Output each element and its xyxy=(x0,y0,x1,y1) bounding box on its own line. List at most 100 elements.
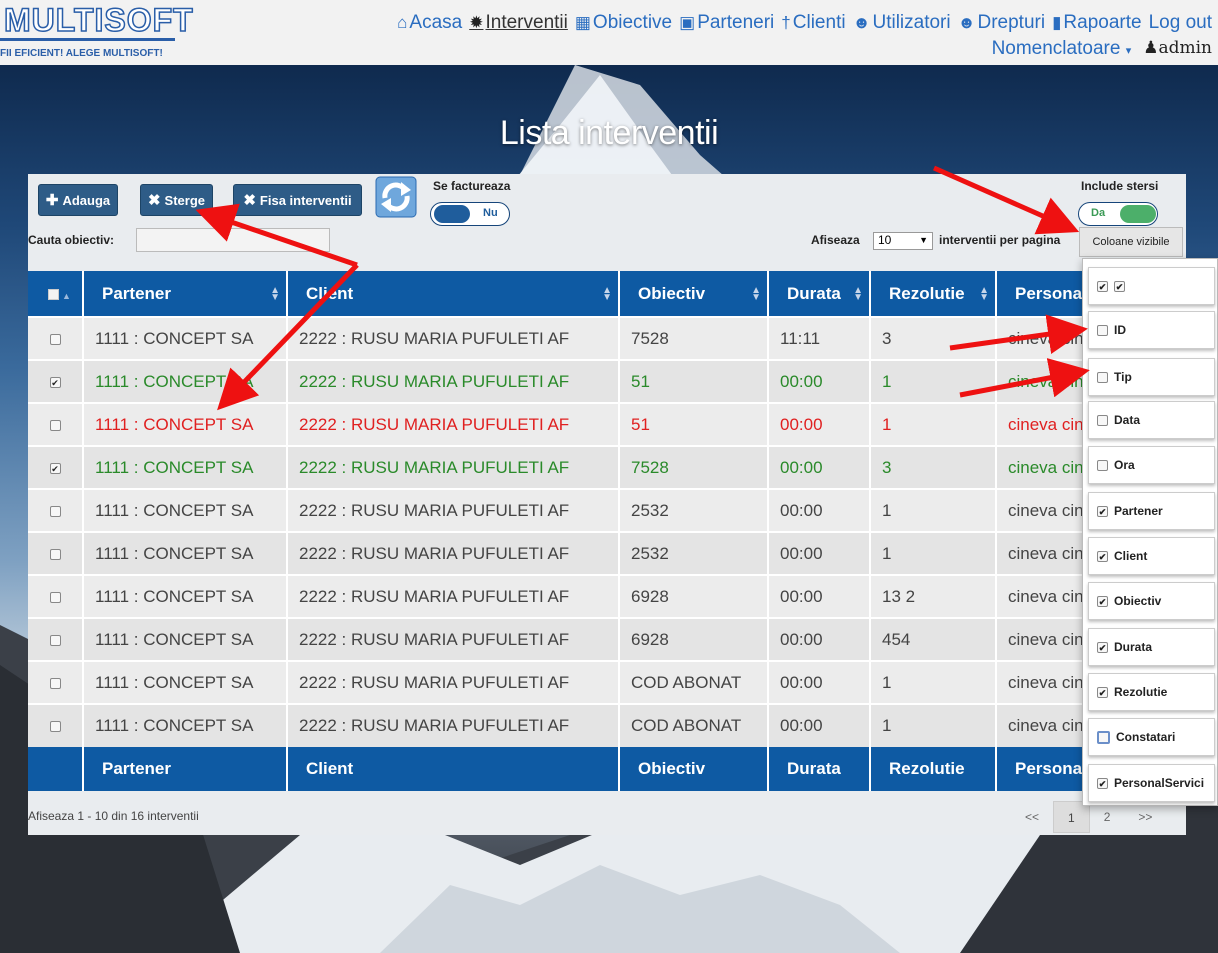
cell-partener: 1111 : CONCEPT SA xyxy=(83,316,288,360)
nav-item-acasa[interactable]: ⌂ Acasa xyxy=(397,12,462,34)
include-stersi-toggle[interactable]: Da xyxy=(1078,202,1158,226)
table-row[interactable]: ✔ 1111 : CONCEPT SA 2222 : RUSU MARIA PUFU… xyxy=(28,445,1187,489)
table-row[interactable]: 1111 : CONCEPT SA 2222 : RUSU MARIA PUFUL… xyxy=(28,617,1187,661)
logout-link[interactable]: Log out xyxy=(1149,12,1212,34)
column-checkbox[interactable]: ✔ xyxy=(1097,550,1108,562)
nav-item-clienti[interactable]: † Clienti xyxy=(781,12,845,34)
row-checkbox[interactable]: ✔ xyxy=(49,462,61,474)
table-row[interactable]: 1111 : CONCEPT SA 2222 : RUSU MARIA PUFUL… xyxy=(28,660,1187,704)
table-row[interactable]: 1111 : CONCEPT SA 2222 : RUSU MARIA PUFUL… xyxy=(28,402,1187,446)
row-checkbox[interactable] xyxy=(49,333,61,345)
columns-visible-button[interactable]: Coloane vizibile xyxy=(1079,227,1183,257)
column-toggle-item[interactable]: Constatari xyxy=(1088,718,1215,756)
sort-icon: ▲ ▼ xyxy=(979,285,989,303)
column-header-obiectiv[interactable]: Obiectiv ▲ ▼ xyxy=(619,271,769,317)
select-all-checkbox[interactable] xyxy=(48,288,59,300)
se-factureaza-toggle[interactable]: Nu xyxy=(430,202,510,226)
cell-rezolutie: 3 xyxy=(870,316,997,360)
column-checkbox[interactable] xyxy=(1097,459,1108,471)
se-factureaza-label: Se factureaza xyxy=(433,179,511,193)
nomenclatoare-dropdown[interactable]: Nomenclatoare ▾ xyxy=(992,38,1132,60)
column-checkbox[interactable] xyxy=(1097,324,1108,336)
column-toggle-label: Ora xyxy=(1114,458,1135,472)
column-toggle-item[interactable]: ✔ PersonalServici xyxy=(1088,764,1215,802)
table-row[interactable]: ✔ 1111 : CONCEPT SA 2222 : RUSU MARIA PUFU… xyxy=(28,359,1187,403)
logo-text: MULTISOFT xyxy=(3,1,194,39)
table-info: Afiseaza 1 - 10 din 16 interventii xyxy=(28,809,199,823)
row-select-cell xyxy=(28,402,84,446)
search-label: Cauta obiectiv: xyxy=(28,233,115,247)
row-select-cell xyxy=(28,531,84,575)
fisa-interventii-button[interactable]: ✖ Fisa interventii xyxy=(233,184,362,216)
top-navbar: MULTISOFT FII EFICIENT! ALEGE MULTISOFT!… xyxy=(0,0,1218,65)
column-checkbox[interactable]: ✔ xyxy=(1097,280,1108,292)
column-checkbox[interactable]: ✔ xyxy=(1097,505,1108,517)
column-toggle-item[interactable]: ✔ Durata xyxy=(1088,628,1215,666)
column-header-rezolutie[interactable]: Rezolutie ▲ ▼ xyxy=(870,271,997,317)
column-toggle-item[interactable]: ✔ Partener xyxy=(1088,492,1215,530)
nav-item-interventii[interactable]: ✹ Interventii xyxy=(469,12,568,34)
column-checkbox[interactable]: ✔ xyxy=(1097,777,1108,789)
logo-underline xyxy=(0,38,175,41)
column-toggle-item[interactable]: ✔ Client xyxy=(1088,537,1215,575)
column-toggle-label: Durata xyxy=(1114,640,1153,654)
refresh-icon[interactable] xyxy=(375,176,417,218)
column-checkbox[interactable] xyxy=(1097,414,1108,426)
nav-item-drepturi[interactable]: ☻ Drepturi xyxy=(958,12,1045,34)
column-header-durata[interactable]: Durata ▲ ▼ xyxy=(768,271,871,317)
nav-item-parteneri[interactable]: ▣ Parteneri xyxy=(679,12,774,34)
nav-item-utilizatori[interactable]: ☻ Utilizatori xyxy=(853,12,951,34)
logo[interactable]: MULTISOFT FII EFICIENT! ALEGE MULTISOFT! xyxy=(0,0,193,64)
cell-durata: 00:00 xyxy=(768,617,871,661)
column-toggle-item[interactable]: ✔ ✔ xyxy=(1088,267,1215,305)
select-all-header[interactable]: ▲ xyxy=(28,271,84,317)
column-toggle-item[interactable]: Ora xyxy=(1088,446,1215,484)
column-toggle-item[interactable]: ✔ Obiectiv xyxy=(1088,582,1215,620)
row-checkbox[interactable] xyxy=(49,419,61,431)
column-checkbox[interactable]: ✔ xyxy=(1097,686,1108,698)
row-checkbox[interactable] xyxy=(49,591,61,603)
cell-obiectiv: 51 xyxy=(619,402,769,446)
cell-client: 2222 : RUSU MARIA PUFULETI AF xyxy=(287,445,620,489)
book-icon: ▮ xyxy=(1052,13,1062,32)
cell-durata: 00:00 xyxy=(768,445,871,489)
row-checkbox[interactable] xyxy=(49,634,61,646)
row-checkbox[interactable] xyxy=(49,677,61,689)
row-checkbox[interactable] xyxy=(49,505,61,517)
row-checkbox[interactable]: ✔ xyxy=(49,376,61,388)
column-checkbox[interactable] xyxy=(1097,371,1108,383)
cell-rezolutie: 454 xyxy=(870,617,997,661)
table-row[interactable]: 1111 : CONCEPT SA 2222 : RUSU MARIA PUFUL… xyxy=(28,703,1187,747)
column-toggle-item[interactable]: Tip xyxy=(1088,358,1215,396)
search-input[interactable] xyxy=(136,228,330,252)
table-row[interactable]: 1111 : CONCEPT SA 2222 : RUSU MARIA PUFUL… xyxy=(28,316,1187,360)
row-select-cell: ✔ xyxy=(28,359,84,403)
column-toggle-item[interactable]: Data xyxy=(1088,401,1215,439)
cell-client: 2222 : RUSU MARIA PUFULETI AF xyxy=(287,703,620,747)
column-header-partener[interactable]: Partener ▲ ▼ xyxy=(83,271,288,317)
column-checkbox[interactable]: ✔ xyxy=(1097,595,1108,607)
table-row[interactable]: 1111 : CONCEPT SA 2222 : RUSU MARIA PUFUL… xyxy=(28,574,1187,618)
column-toggle-item[interactable]: ID xyxy=(1088,311,1215,349)
add-button[interactable]: ✚ Adauga xyxy=(38,184,118,216)
row-checkbox[interactable] xyxy=(49,548,61,560)
perpage-select[interactable]: 10 ▼ xyxy=(873,232,933,250)
column-checkbox[interactable]: ✔ xyxy=(1097,641,1108,653)
nav-item-obiective[interactable]: ▦ Obiective xyxy=(575,12,672,34)
table-row[interactable]: 1111 : CONCEPT SA 2222 : RUSU MARIA PUFUL… xyxy=(28,488,1187,532)
row-checkbox[interactable] xyxy=(49,721,61,733)
caret-down-icon: ▾ xyxy=(1125,45,1132,57)
table-header: ▲ Partener ▲ ▼ Client ▲ ▼ Obiectiv ▲ ▼ Durata ▲… xyxy=(28,271,1187,317)
column-header-client[interactable]: Client ▲ ▼ xyxy=(287,271,620,317)
delete-button[interactable]: ✖ Sterge xyxy=(140,184,213,216)
column-checkbox[interactable]: ✔ xyxy=(1114,280,1125,292)
table-row[interactable]: 1111 : CONCEPT SA 2222 : RUSU MARIA PUFUL… xyxy=(28,531,1187,575)
pager-prev[interactable]: << xyxy=(1011,801,1053,833)
nav-item-rapoarte[interactable]: ▮ Rapoarte xyxy=(1052,12,1142,34)
user-icon: † xyxy=(781,13,791,32)
column-checkbox[interactable] xyxy=(1097,730,1110,744)
cell-rezolutie: 1 xyxy=(870,531,997,575)
interventii-table: ▲ Partener ▲ ▼ Client ▲ ▼ Obiectiv ▲ ▼ Durata ▲… xyxy=(28,271,1187,791)
current-user[interactable]: ♟admin xyxy=(1143,38,1212,60)
column-toggle-item[interactable]: ✔ Rezolutie xyxy=(1088,673,1215,711)
